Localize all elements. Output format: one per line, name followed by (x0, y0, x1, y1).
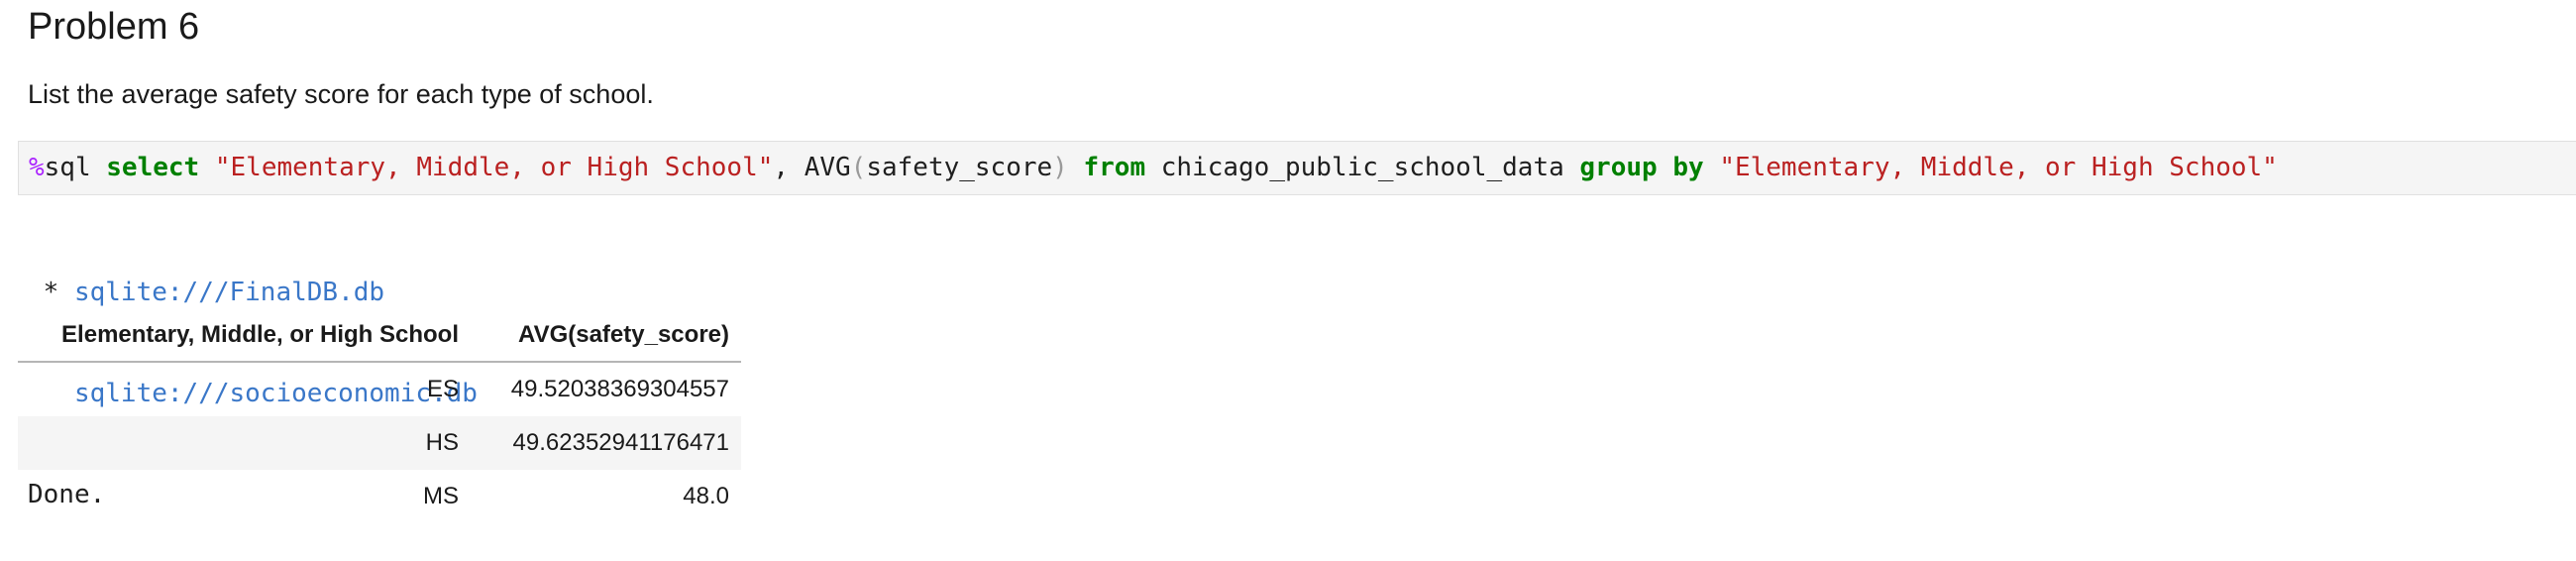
magic-token: % (29, 153, 45, 182)
paren-token: ( (850, 153, 867, 182)
keyword-token: group (1579, 153, 1658, 182)
column-header-school-type: Elementary, Middle, or High School (18, 311, 471, 363)
code-token: sql (44, 153, 107, 182)
table-row: MS 48.0 (18, 470, 741, 523)
connection-line-finaldb: * sqlite:///FinalDB.db (28, 276, 478, 309)
cell-school-type: HS (18, 416, 471, 470)
table-header-row: Elementary, Middle, or High School AVG(s… (18, 311, 741, 363)
code-token: chicago_public_school_data (1145, 153, 1580, 182)
string-token: "Elementary, Middle, or High School" (1719, 153, 2278, 182)
code-token: safety_score (866, 153, 1053, 182)
connection-link-finaldb[interactable]: sqlite:///FinalDB.db (74, 278, 384, 307)
cell-school-type: ES (426, 376, 459, 402)
keyword-token: by (1672, 153, 1704, 182)
cell-avg-safety: 49.62352941176471 (471, 416, 741, 470)
problem-description: List the average safety score for each t… (28, 79, 654, 109)
cell-school-type: MS (423, 483, 459, 509)
connection-prefix: * (28, 278, 74, 307)
code-token: , AVG (773, 153, 851, 182)
problem-heading: Problem 6 (28, 6, 200, 48)
table-row: HS 49.62352941176471 (18, 416, 741, 470)
result-table: Elementary, Middle, or High School AVG(s… (18, 311, 741, 523)
column-header-avg-safety: AVG(safety_score) (471, 311, 741, 363)
code-cell-input[interactable]: %sql select "Elementary, Middle, or High… (18, 141, 2576, 195)
keyword-token: from (1083, 153, 1146, 182)
sql-query-line[interactable]: %sql select "Elementary, Middle, or High… (29, 152, 2278, 183)
table-row: ES 49.52038369304557 (18, 362, 741, 416)
paren-token: ) (1052, 153, 1068, 182)
keyword-token: select (106, 153, 200, 182)
cell-avg-safety: 48.0 (683, 483, 729, 509)
string-token: "Elementary, Middle, or High School" (214, 153, 774, 182)
cell-avg-safety: 49.52038369304557 (510, 376, 729, 402)
